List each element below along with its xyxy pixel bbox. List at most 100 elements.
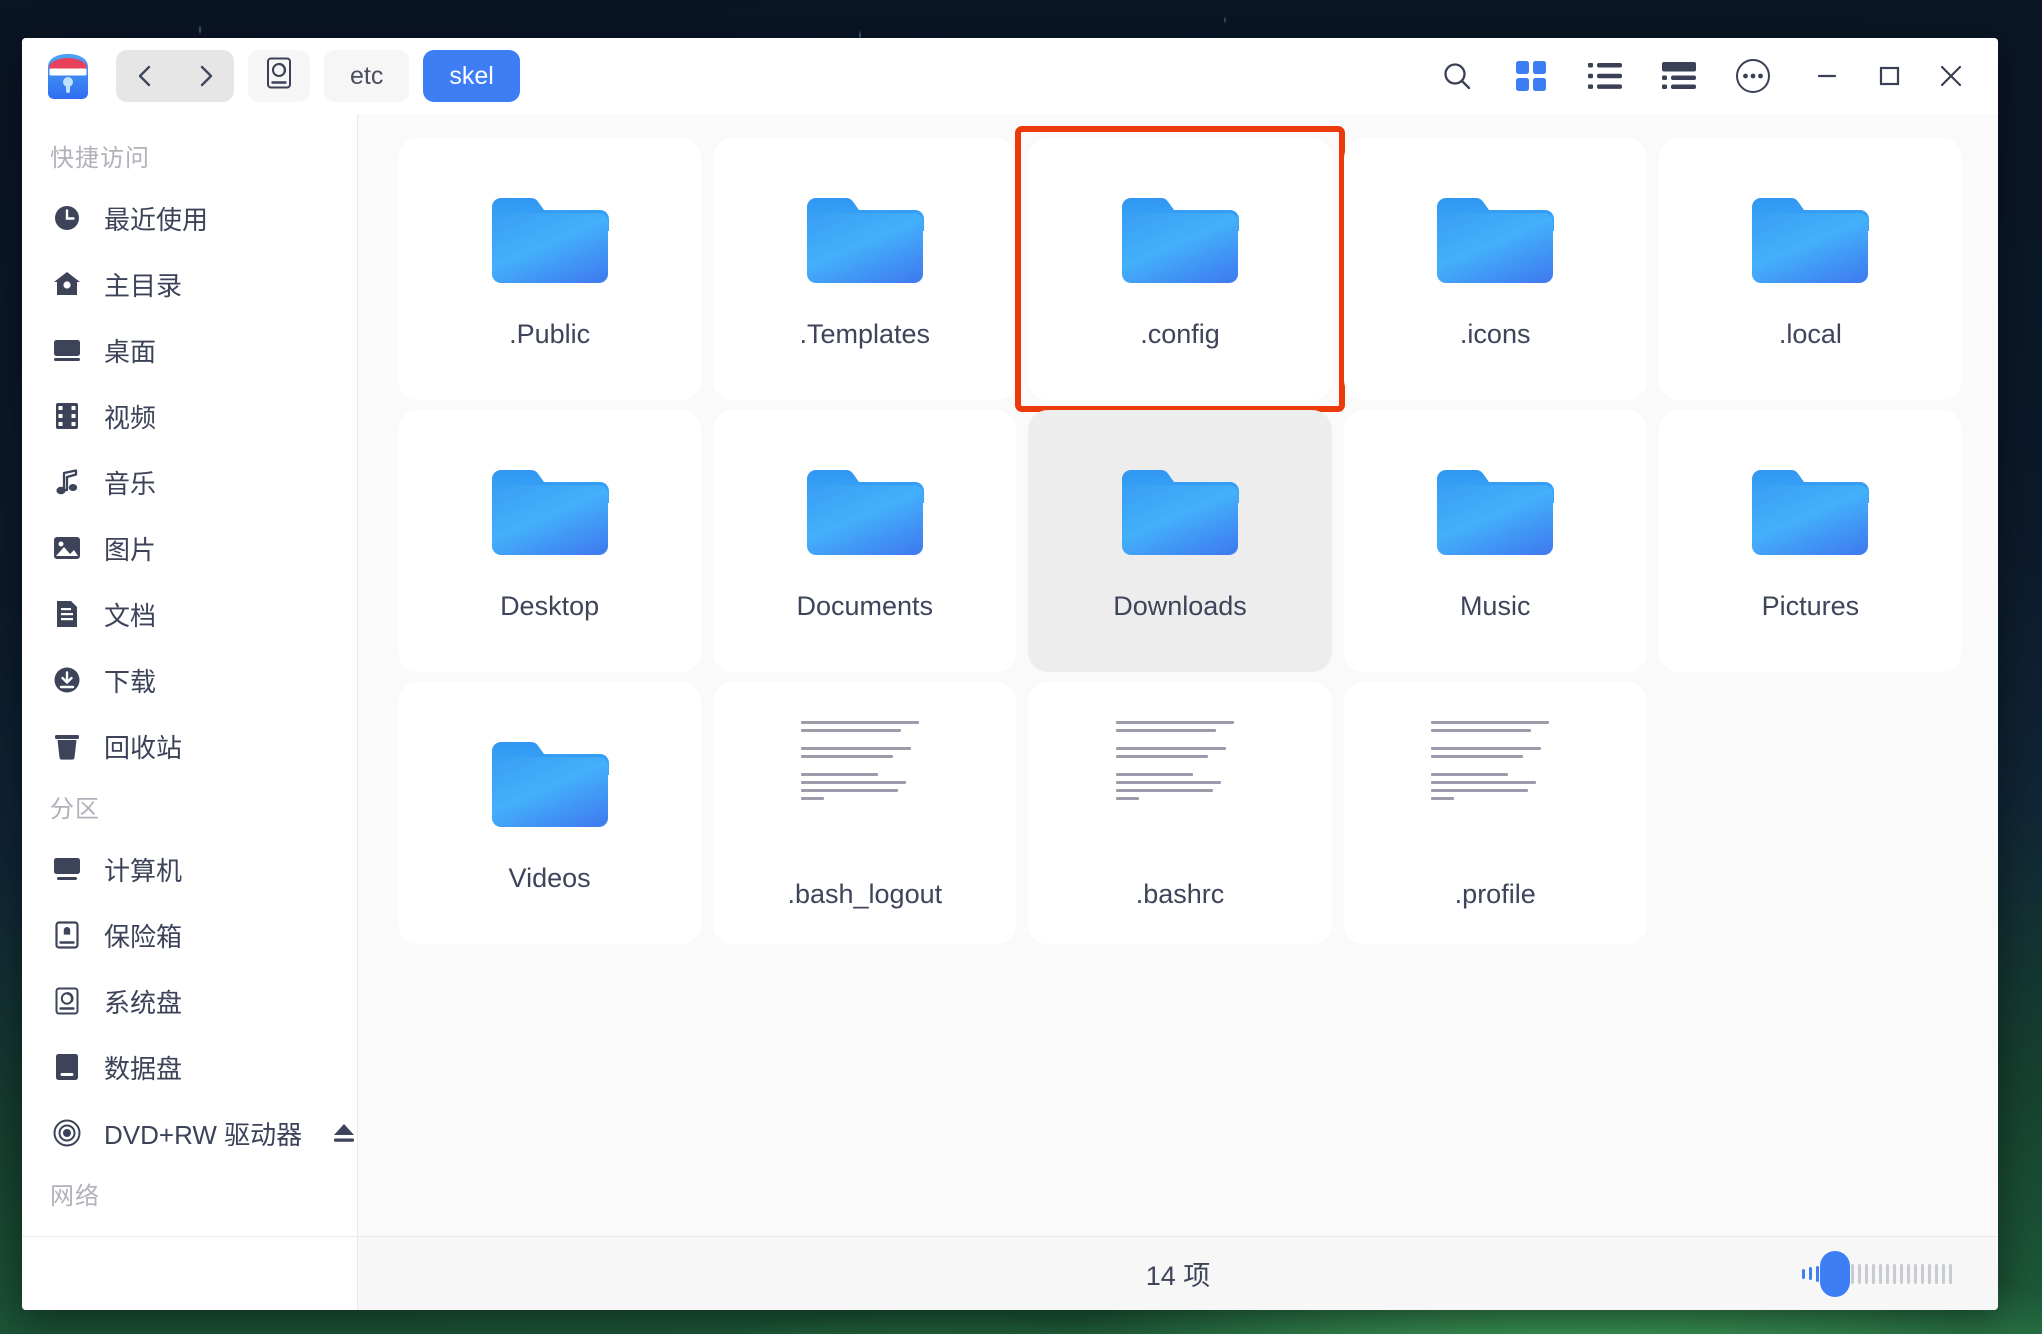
folder-tile[interactable]: .Public [398,138,702,400]
sidebar-item-label: 保险箱 [104,921,183,952]
folder-tile[interactable]: .config [1015,126,1345,412]
folder-icon [1746,189,1874,293]
statusbar: 14 项 [22,1236,1998,1310]
breadcrumb-item-etc[interactable]: etc [324,50,410,102]
file-tile[interactable]: .bash_logout [713,682,1017,944]
sidebar-item-label: 系统盘 [104,987,183,1018]
search-icon[interactable] [1426,45,1488,107]
sidebar-item-dvd-drive[interactable]: DVD+RW 驱动器 [22,1100,357,1166]
maximize-icon[interactable] [1858,45,1920,107]
folder-tile[interactable]: Videos [398,682,702,944]
sidebar-item-desktop[interactable]: 桌面 [22,317,357,383]
folder-tile[interactable]: .icons [1343,138,1647,400]
sidebar-item-trash[interactable]: 回收站 [22,713,357,779]
disc-icon [52,1119,82,1147]
file-name-label: .icons [1459,318,1531,349]
file-name-label: Videos [508,862,591,893]
folder-icon [801,189,929,293]
sidebar-item-safebox[interactable]: 保险箱 [22,902,357,968]
detail-view-icon[interactable] [1648,45,1710,107]
folder-tile[interactable]: Desktop [398,410,702,672]
text-file-thumbnail [1431,717,1559,869]
sidebar-item-label: 下载 [104,666,157,697]
file-name-label: Downloads [1113,590,1247,621]
file-name-label: .bash_logout [787,878,943,909]
file-name-label: .profile [1454,878,1536,909]
file-name-label: .bashrc [1135,878,1225,909]
folder-icon [1431,189,1559,293]
folder-tile[interactable]: Music [1343,410,1647,672]
window-body: 快捷访问 最近使用 主目录 桌面 视频 音乐 图片 文档 下载 回收站 分区 计… [22,114,1998,1236]
download-icon [52,666,82,694]
sidebar-item-downloads[interactable]: 下载 [22,647,357,713]
file-name-label: Documents [796,590,934,621]
sidebar-item-label: 主目录 [104,270,183,301]
folder-tile[interactable]: Documents [713,410,1017,672]
film-icon [52,402,82,430]
forward-arrow-icon[interactable] [182,50,228,102]
folder-tile[interactable]: .local [1658,138,1962,400]
eject-icon[interactable] [324,1121,357,1145]
folder-icon [801,461,929,565]
breadcrumb-item-skel[interactable]: skel [423,50,520,102]
breadcrumb-item-disk[interactable] [248,50,310,102]
folder-tile[interactable]: Downloads [1028,410,1332,672]
sidebar-item-systemdisk[interactable]: 系统盘 [22,968,357,1034]
sidebar-item-label: 图片 [104,534,157,565]
sidebar-item-datadisk[interactable]: 数据盘 [22,1034,357,1100]
file-name-label: .Public [509,318,591,349]
sidebar-item-label: 最近使用 [104,204,209,235]
folder-tile[interactable]: .Templates [713,138,1017,400]
grid-view-icon[interactable] [1500,45,1562,107]
more-options-icon[interactable] [1722,45,1784,107]
folder-icon [1116,461,1244,565]
sidebar-item-label: 数据盘 [104,1053,183,1084]
sidebar-item-computer[interactable]: 计算机 [22,836,357,902]
zoom-ticks-right [1844,1263,1952,1284]
sidebar-item-recent[interactable]: 最近使用 [22,185,357,251]
sidebar-item-label: 回收站 [104,732,183,763]
document-icon [52,600,82,628]
file-name-label: .config [1140,318,1220,349]
back-arrow-icon[interactable] [123,50,169,102]
close-icon[interactable] [1920,45,1982,107]
zoom-slider[interactable] [1802,1250,1952,1297]
home-icon [52,270,82,298]
minimize-icon[interactable] [1796,45,1858,107]
sidebar-item-music[interactable]: 音乐 [22,449,357,515]
sidebar-item-label: 计算机 [104,855,183,886]
file-name-label: Desktop [500,590,600,621]
zoom-slider-handle[interactable] [1820,1250,1850,1297]
folder-icon [486,461,614,565]
sidebar-item-documents[interactable]: 文档 [22,581,357,647]
desktop-icon [52,338,82,362]
file-grid-area: .Public .Templates .config .icons .local… [358,114,1998,1236]
sidebar-item-home[interactable]: 主目录 [22,251,357,317]
disk-icon [266,57,292,96]
text-file-thumbnail [800,717,929,869]
sidebar-section-network-title: 网络 [50,1183,100,1210]
music-icon [52,468,82,496]
folder-icon [486,733,614,837]
sidebar-item-videos[interactable]: 视频 [22,383,357,449]
safebox-icon [52,921,82,949]
sidebar-item-pictures[interactable]: 图片 [22,515,357,581]
item-count-label: 14 项 [1145,1261,1211,1291]
datadisk-icon [52,1053,82,1081]
sidebar-section-quickaccess-title: 快捷访问 [50,145,150,172]
navigation-buttons [116,50,234,102]
sidebar-item-label: 桌面 [104,336,157,367]
file-tile[interactable]: .bashrc [1028,682,1332,944]
computer-icon [52,857,82,881]
file-tile[interactable]: .profile [1343,682,1647,944]
image-icon [52,536,82,560]
sidebar: 快捷访问 最近使用 主目录 桌面 视频 音乐 图片 文档 下载 回收站 分区 计… [22,114,358,1236]
folder-icon [486,189,614,293]
sidebar-item-label: 音乐 [104,468,157,499]
file-name-label: .Templates [799,318,931,349]
sidebar-item-label: 文档 [104,600,157,631]
file-manager-window: etc skel 快捷访问 最近使用 主目录 桌面 视频 音乐 图片 文档 下载… [22,38,1998,1310]
folder-icon [1116,189,1244,293]
folder-tile[interactable]: Pictures [1658,410,1962,672]
list-view-icon[interactable] [1574,45,1636,107]
